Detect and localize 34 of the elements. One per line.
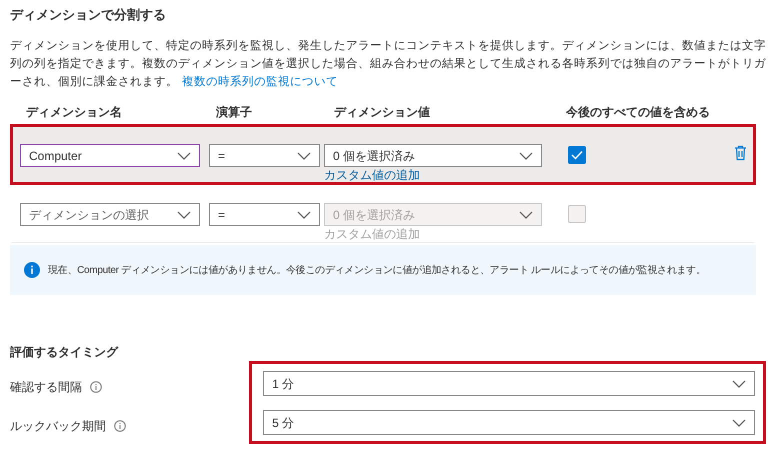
operator-dropdown[interactable]: = xyxy=(209,144,320,167)
field-label: ルックバック期間 xyxy=(10,418,106,434)
info-icon xyxy=(24,262,40,278)
column-header: ディメンション名 xyxy=(26,104,123,121)
section-title: ディメンションで分割する xyxy=(10,6,167,24)
dimension-values-dropdown[interactable]: 0 個を選択済み xyxy=(324,144,542,167)
trash-icon[interactable] xyxy=(734,145,747,161)
info-icon xyxy=(90,380,102,392)
column-header: ディメンション値 xyxy=(334,104,431,121)
dimension-name-dropdown[interactable]: ディメンションの選択 xyxy=(20,203,200,226)
chevron-down-icon xyxy=(297,152,311,160)
field-label: 確認する間隔 xyxy=(10,378,82,396)
chevron-down-icon xyxy=(177,210,191,218)
chevron-down-icon xyxy=(732,380,746,388)
chevron-down-icon xyxy=(519,210,533,218)
column-header: 今後のすべての値を含める xyxy=(566,104,710,121)
chevron-down-icon xyxy=(732,418,746,426)
chevron-down-icon xyxy=(177,152,191,160)
chevron-down-icon xyxy=(519,152,533,160)
checkbox[interactable] xyxy=(568,205,586,223)
timing-dropdown[interactable]: 1 分 xyxy=(263,371,756,396)
add-custom-value-link[interactable]: カスタム値の追加 xyxy=(324,167,542,183)
description: ディメンションを使用して、特定の時系列を監視し、発生したアラートにコンテキストを提供します。ディメンションには、数値または文字列の列を指定できます。複数のディメンション値を選択した場合、組み合わせの結果として生成される各時系列では独自のアラートがトリガーされ、個別に課金されます。 複数の時系列の監視について xyxy=(10,38,766,90)
chevron-down-icon xyxy=(297,210,311,218)
checkbox[interactable] xyxy=(568,146,586,164)
operator-dropdown[interactable]: = xyxy=(209,203,320,226)
dimension-name-dropdown[interactable]: Computer xyxy=(20,144,200,167)
checkmark-icon xyxy=(571,150,583,160)
info-icon xyxy=(114,420,126,432)
timing-title: 評価するタイミング xyxy=(10,344,120,361)
column-header: 演算子 xyxy=(216,104,253,121)
learn-more-link[interactable]: 複数の時系列の監視について xyxy=(182,76,338,88)
timing-dropdown[interactable]: 5 分 xyxy=(263,410,756,435)
info-message: 現在、Computer ディメンションには値がありません。今後このディメンションに値が追加されると、アラート ルールによってその値が監視されます。 xyxy=(48,264,706,278)
